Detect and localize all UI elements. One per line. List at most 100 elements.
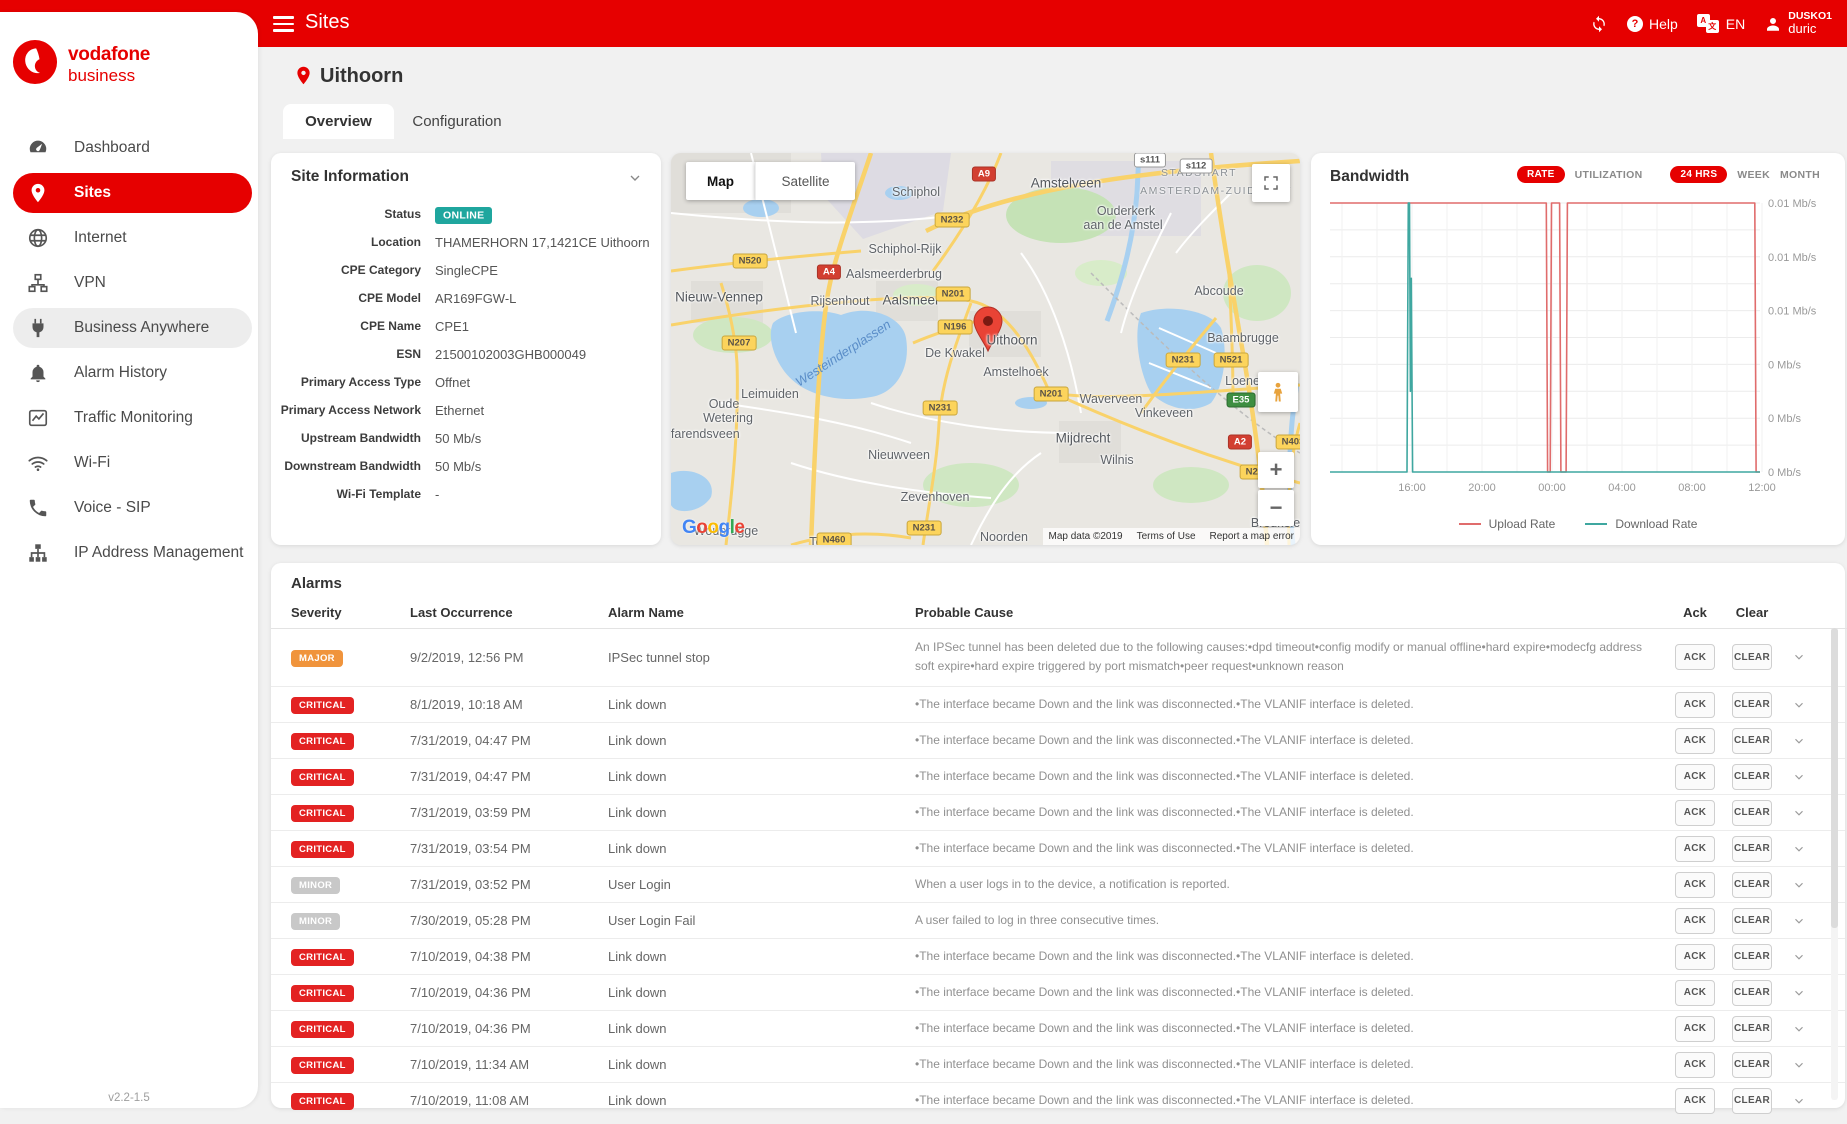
alarm-row: CRITICAL8/1/2019, 10:18 AMLink down•The … <box>271 687 1845 723</box>
sidebar-item-traffic-monitoring[interactable]: Traffic Monitoring <box>0 395 258 440</box>
user-menu[interactable]: DUSKO1 duric <box>1764 11 1832 36</box>
sidebar-item-business-anywhere[interactable]: Business Anywhere <box>0 305 258 350</box>
road-badge-a2: A2 <box>1228 435 1252 450</box>
ack-button[interactable]: ACK <box>1675 764 1715 790</box>
legend-item-upload-rate[interactable]: Upload Rate <box>1459 517 1556 531</box>
expand-row-chevron-icon[interactable] <box>1792 698 1806 712</box>
menu-icon[interactable] <box>273 16 294 36</box>
clear-button[interactable]: CLEAR <box>1732 644 1772 670</box>
ack-button[interactable]: ACK <box>1675 644 1715 670</box>
sidebar-item-voice-sip[interactable]: Voice - SIP <box>0 485 258 530</box>
map-label-aalsmeerderbrug: Aalsmeerderbrug <box>846 267 942 281</box>
sidebar-item-sites[interactable]: Sites <box>0 170 258 215</box>
ack-button[interactable]: ACK <box>1675 944 1715 970</box>
expand-row-chevron-icon[interactable] <box>1792 842 1806 856</box>
alarms-scrollbar-thumb[interactable] <box>1831 628 1838 928</box>
clear-button[interactable]: CLEAR <box>1732 692 1772 718</box>
sidebar-item-internet[interactable]: Internet <box>0 215 258 260</box>
road-badge-n207: N207 <box>722 336 757 351</box>
tab-overview[interactable]: Overview <box>283 104 394 139</box>
legend-item-download-rate[interactable]: Download Rate <box>1585 517 1697 531</box>
ack-button[interactable]: ACK <box>1675 728 1715 754</box>
map-attribution: Map data ©2019 Terms of Use Report a map… <box>1043 528 1300 545</box>
range-24hrs-toggle[interactable]: 24 HRS <box>1670 166 1727 183</box>
ack-button[interactable]: ACK <box>1675 800 1715 826</box>
alarms-scrollbar[interactable] <box>1831 628 1838 1100</box>
svg-text:16:00: 16:00 <box>1398 482 1426 494</box>
expand-row-chevron-icon[interactable] <box>1792 650 1806 664</box>
clear-button[interactable]: CLEAR <box>1732 1052 1772 1078</box>
sidebar-item-dashboard[interactable]: Dashboard <box>0 125 258 170</box>
map-view-button[interactable]: Map <box>686 162 755 200</box>
ack-button[interactable]: ACK <box>1675 836 1715 862</box>
alarm-row: CRITICAL7/31/2019, 03:54 PMLink down•The… <box>271 831 1845 867</box>
ack-button[interactable]: ACK <box>1675 872 1715 898</box>
clear-button[interactable]: CLEAR <box>1732 800 1772 826</box>
info-row: Upstream Bandwidth50 Mb/s <box>271 424 661 452</box>
street-view-pegman-button[interactable] <box>1258 372 1298 412</box>
clear-button[interactable]: CLEAR <box>1732 728 1772 754</box>
expand-row-chevron-icon[interactable] <box>1792 1094 1806 1108</box>
severity-badge: CRITICAL <box>291 1021 354 1038</box>
info-row: CPE ModelAR169FGW-L <box>271 284 661 312</box>
terms-of-use-link[interactable]: Terms of Use <box>1137 531 1196 542</box>
clear-button[interactable]: CLEAR <box>1732 764 1772 790</box>
language-switcher[interactable]: A 文 EN <box>1697 14 1745 33</box>
tab-configuration[interactable]: Configuration <box>394 104 520 139</box>
map-canvas[interactable] <box>671 153 1300 545</box>
svg-text:0.01 Mb/s: 0.01 Mb/s <box>1768 252 1817 264</box>
sidebar-item-ip-address-management[interactable]: IP Address Management <box>0 530 258 575</box>
site-information-fields: StatusONLINELocationTHAMERHORN 17,1421CE… <box>271 200 661 508</box>
sidebar-item-alarm-history[interactable]: Alarm History <box>0 350 258 395</box>
range-month-toggle[interactable]: MONTH <box>1780 169 1820 181</box>
clear-button[interactable]: CLEAR <box>1732 836 1772 862</box>
info-label: Location <box>271 235 421 249</box>
ack-button[interactable]: ACK <box>1675 980 1715 1006</box>
ack-button[interactable]: ACK <box>1675 1052 1715 1078</box>
zoom-out-button[interactable]: − <box>1258 490 1294 526</box>
alarm-probable-cause: An IPSec tunnel has been deleted due to … <box>915 638 1665 675</box>
ack-button[interactable]: ACK <box>1675 1088 1715 1114</box>
road-badge-a9: A9 <box>972 167 996 182</box>
expand-row-chevron-icon[interactable] <box>1792 770 1806 784</box>
sidebar-item-label: Traffic Monitoring <box>74 409 193 427</box>
refresh-icon[interactable] <box>1590 15 1608 33</box>
utilization-toggle[interactable]: UTILIZATION <box>1575 169 1643 181</box>
expand-row-chevron-icon[interactable] <box>1792 1022 1806 1036</box>
rate-toggle[interactable]: RATE <box>1517 166 1565 183</box>
expand-row-chevron-icon[interactable] <box>1792 806 1806 820</box>
expand-row-chevron-icon[interactable] <box>1792 914 1806 928</box>
ack-button[interactable]: ACK <box>1675 1016 1715 1042</box>
expand-row-chevron-icon[interactable] <box>1792 1058 1806 1072</box>
alarm-probable-cause: When a user logs in to the device, a not… <box>915 875 1665 894</box>
sidebar-item-wifi[interactable]: Wi-Fi <box>0 440 258 485</box>
expand-row-chevron-icon[interactable] <box>1792 734 1806 748</box>
alarm-name: User Login <box>608 877 915 892</box>
clear-button[interactable]: CLEAR <box>1732 1016 1772 1042</box>
report-map-error-link[interactable]: Report a map error <box>1210 531 1294 542</box>
clear-button[interactable]: CLEAR <box>1732 944 1772 970</box>
expand-row-chevron-icon[interactable] <box>1792 950 1806 964</box>
zoom-in-button[interactable]: + <box>1258 452 1294 488</box>
expand-row-chevron-icon[interactable] <box>1792 986 1806 1000</box>
ack-button[interactable]: ACK <box>1675 692 1715 718</box>
fullscreen-button[interactable] <box>1252 164 1290 202</box>
clear-button[interactable]: CLEAR <box>1732 1088 1772 1114</box>
alarm-name: Link down <box>608 985 915 1000</box>
map-label-amstelhoek: Amstelhoek <box>983 365 1048 379</box>
clear-button[interactable]: CLEAR <box>1732 980 1772 1006</box>
clear-button[interactable]: CLEAR <box>1732 908 1772 934</box>
expand-row-chevron-icon[interactable] <box>1792 878 1806 892</box>
clear-button[interactable]: CLEAR <box>1732 872 1772 898</box>
satellite-view-button[interactable]: Satellite <box>755 162 855 200</box>
collapse-chevron-icon[interactable] <box>627 170 643 186</box>
sidebar-item-vpn[interactable]: VPN <box>0 260 258 305</box>
help-button[interactable]: ? Help <box>1627 16 1678 32</box>
info-value: AR169FGW-L <box>435 291 516 306</box>
range-week-toggle[interactable]: WEEK <box>1737 169 1770 181</box>
severity-badge: CRITICAL <box>291 769 354 786</box>
map-label-roelofarendsveen: Roelofarendsveen <box>671 427 740 441</box>
site-information-title: Site Information <box>291 168 409 186</box>
svg-text:04:00: 04:00 <box>1608 482 1636 494</box>
ack-button[interactable]: ACK <box>1675 908 1715 934</box>
